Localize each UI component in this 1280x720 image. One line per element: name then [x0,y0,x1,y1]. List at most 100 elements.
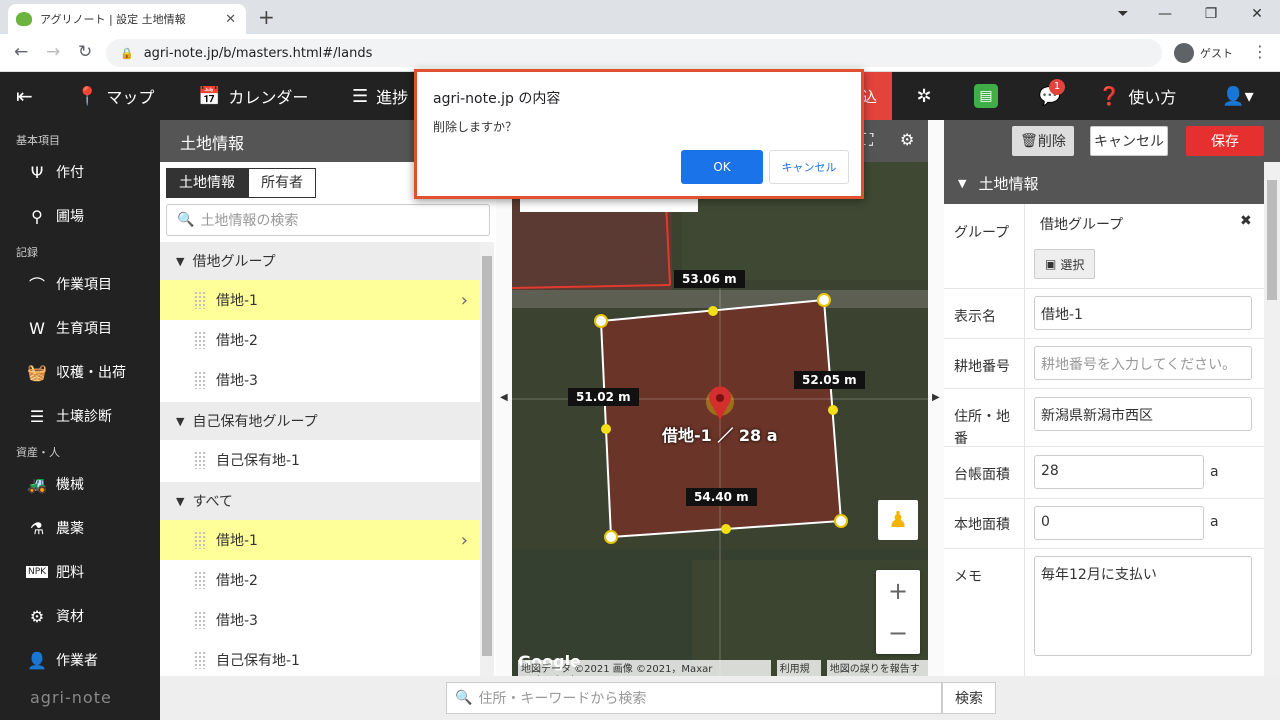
list-item[interactable]: 自己保有地-1 [160,440,480,480]
drag-handle-icon[interactable] [194,531,206,549]
sidebar-item-fields[interactable]: ⚲ 圃場 [26,196,84,236]
nav-calendar-label: カレンダー [228,88,309,107]
nav-calendar[interactable]: 📅 カレンダー [198,72,308,120]
list-item[interactable]: 自己保有地-1 [160,640,480,680]
lot-number-field[interactable]: 耕地番号を入力してください。 [1034,346,1252,380]
close-window-icon[interactable]: ✕ [1234,6,1280,22]
spreadsheet-icon[interactable]: ▤ [974,84,998,108]
minimize-icon[interactable]: — [1142,6,1188,22]
list-item-label: 借地-3 [216,613,258,629]
group-header[interactable]: ▼ すべて [160,482,480,520]
list-item-label: 借地-1 [216,533,258,549]
forward-icon[interactable]: → [46,42,60,62]
detail-toolbar: 🗑 削除 キャンセル 保存 [944,120,1280,162]
sidebar-item-growth[interactable]: W 生育項目 [26,308,112,348]
delete-button[interactable]: 🗑 削除 [1012,126,1074,156]
sidebar-item-machines[interactable]: 🚜 機械 [26,464,84,504]
tab-title: アグリノート | 設定 土地情報 [40,13,186,26]
actual-area-field[interactable]: 0 [1034,506,1204,540]
list-item[interactable]: 借地-3 [160,360,480,400]
list-scrollbar[interactable] [480,242,494,676]
address-search-button[interactable]: 検索 [942,682,996,714]
sidebar-item-work[interactable]: ⌒ 作業項目 [26,264,112,304]
back-icon[interactable]: ← [14,42,28,62]
sidebar-item-soil[interactable]: ☰ 土壌診断 [26,396,112,436]
sidebar-toggle-icon[interactable]: ⇤ [16,72,33,120]
list-tab-switch: 土地情報 所有者 [166,168,316,198]
collapse-left-handle[interactable]: ◀ [496,120,512,676]
url-field[interactable]: 🔒 agri-note.jp/b/masters.html#/lands [106,39,1162,67]
materials-icon: ⚙ [29,606,45,626]
grass-icon: W [29,318,45,338]
caret-down-icon: ▼ [176,414,185,428]
drag-handle-icon[interactable] [194,291,206,309]
dialog-cancel-button[interactable]: キャンセル [769,150,849,184]
close-tab-icon[interactable]: ✕ [223,12,238,27]
drag-handle-icon[interactable] [194,331,206,349]
tab-land-info[interactable]: 土地情報 [166,168,248,198]
sidebar-item-workers[interactable]: 👤 作業者 [26,640,98,680]
ledger-area-field[interactable]: 28 [1034,455,1204,489]
list-item-label: 自己保有地-1 [216,653,300,669]
dialog-title: agri-note.jp の内容 [433,91,561,107]
display-name-field[interactable]: 借地-1 [1034,296,1252,330]
group-header[interactable]: ▼ 借地グループ [160,242,480,280]
nav-map[interactable]: 📍 マップ [76,72,154,120]
profile-button[interactable]: ゲスト [1170,38,1243,68]
report-link[interactable]: 地図の誤りを報告する [826,660,928,676]
remove-group-icon[interactable]: ✖ [1240,213,1252,229]
drag-handle-icon[interactable] [194,571,206,589]
collapse-right-handle[interactable]: ▶ [928,120,944,676]
list-item-label: 借地-2 [216,573,258,589]
address-field[interactable]: 新潟県新潟市西区 [1034,397,1252,431]
sidebar-item-label: 作業項目 [56,277,112,293]
app-logo: agri-note [30,688,112,707]
tab-search-icon[interactable]: ⏷ [1100,6,1146,22]
list-item[interactable]: 借地-1 › [160,280,480,320]
zoom-out-button[interactable]: − [876,612,920,654]
sidebar-item-pesticide[interactable]: ⚗ 農薬 [26,508,84,548]
section-header[interactable]: ▼ 土地情報 [944,162,1264,204]
tab-owners[interactable]: 所有者 [248,168,316,198]
drag-handle-icon[interactable] [194,371,206,389]
sidebar-item-harvest[interactable]: 🧺 収穫・出荷 [26,352,126,392]
restore-icon[interactable]: ❐ [1188,6,1234,22]
save-button[interactable]: 保存 [1186,126,1264,156]
scrollbar-thumb[interactable] [1267,180,1277,300]
sidebar-item-materials[interactable]: ⚙ 資材 [26,596,84,636]
land-search-input[interactable]: 🔍 土地情報の検索 [166,204,490,236]
list-item[interactable]: 借地-2 [160,560,480,600]
address-label: 住所・地番 [944,396,1024,460]
address-search-input[interactable]: 🔍 住所・キーワードから検索 [446,682,942,714]
street-view-icon[interactable]: ♟ [878,500,918,540]
memo-field[interactable]: 毎年12月に支払い [1034,556,1252,656]
reload-icon[interactable]: ↻ [78,42,92,62]
drag-handle-icon[interactable] [194,651,206,669]
nav-progress[interactable]: ☰ 進捗 [352,72,408,120]
sidebar-item-fertilizer[interactable]: NPK 肥料 [26,552,84,592]
browser-menu-icon[interactable]: ⋮ [1252,42,1268,61]
list-item[interactable]: 借地-2 [160,320,480,360]
drag-handle-icon[interactable] [194,611,206,629]
list-item[interactable]: 借地-3 [160,600,480,640]
zoom-in-button[interactable]: + [876,570,920,612]
browser-tab[interactable]: アグリノート | 設定 土地情報 ✕ [8,4,246,34]
drag-handle-icon[interactable] [194,451,206,469]
sidebar-item-crops[interactable]: Ψ 作付 [26,152,84,192]
land-map-label: 借地-1 ／ 28 a [662,426,778,445]
list-item[interactable]: 借地-1 › [160,520,480,560]
new-tab-button[interactable]: + [258,5,275,29]
select-group-button[interactable]: ▣ 選択 [1034,249,1096,279]
detail-scrollbar[interactable] [1264,162,1280,676]
scrollbar-thumb[interactable] [482,256,492,656]
group-header[interactable]: ▼ 自己保有地グループ [160,402,480,440]
dialog-ok-button[interactable]: OK [681,150,763,184]
pin-icon: ⚲ [31,206,43,226]
user-menu-icon[interactable]: 👤▾ [1218,82,1258,110]
nav-help[interactable]: ❓ 使い方 [1098,72,1176,120]
terms-link[interactable]: 利用規約 [776,660,821,676]
gear-badge-icon[interactable]: ✲ [910,82,938,110]
gear-icon[interactable]: ⚙ [900,130,914,149]
row-divider [944,388,1264,389]
cancel-button[interactable]: キャンセル [1090,126,1168,156]
